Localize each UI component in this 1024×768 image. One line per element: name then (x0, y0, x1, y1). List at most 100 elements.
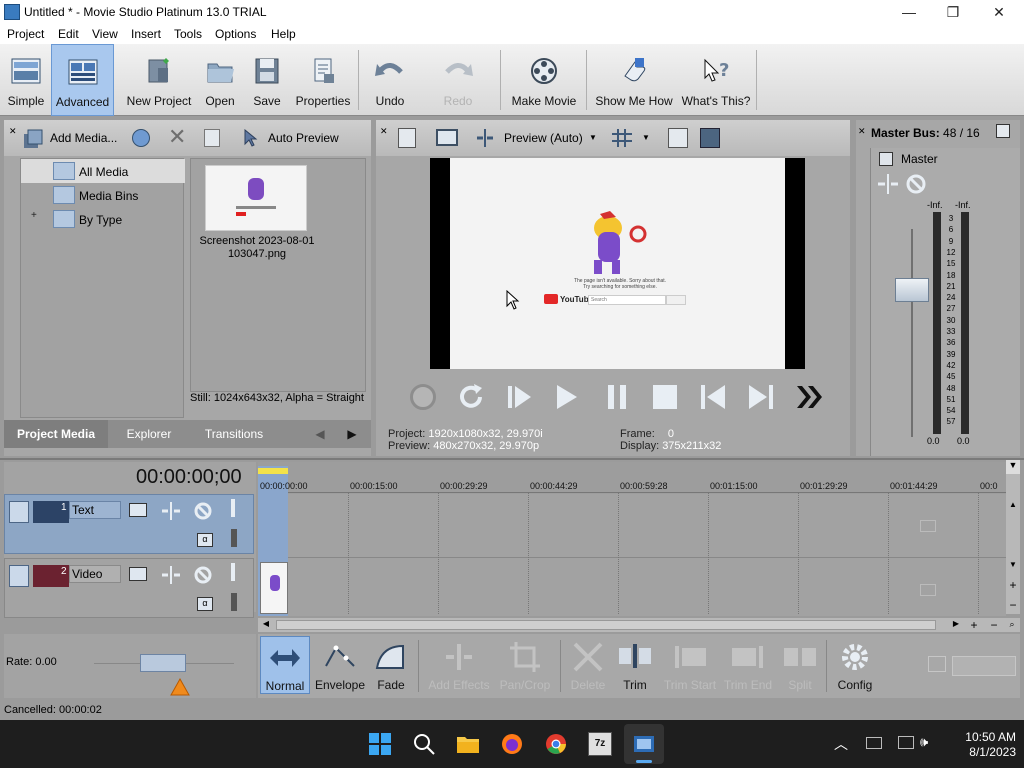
add-effects-button[interactable]: Add Effects (424, 636, 494, 694)
globe-icon[interactable] (132, 129, 150, 147)
composite-mode-icon[interactable] (129, 567, 147, 581)
split-button[interactable]: Split (776, 636, 824, 694)
normal-tool-button[interactable]: Normal (260, 636, 310, 694)
tree-item-all-media[interactable]: All Media (21, 159, 185, 183)
menu-insert[interactable]: Insert (131, 27, 161, 41)
seven-zip-icon[interactable]: 7z (588, 732, 612, 756)
make-movie-button[interactable]: Make Movie (508, 44, 580, 116)
tab-explorer[interactable]: Explorer (110, 420, 188, 448)
envelope-tool-button[interactable]: Envelope (312, 636, 368, 694)
loop-region-marker[interactable] (258, 468, 288, 474)
panel-close-icon[interactable]: ✕ (858, 126, 866, 137)
timeline-horizontal-scrollbar[interactable]: ◀ ▶ + − ⌕ (258, 618, 1020, 632)
menu-edit[interactable]: Edit (58, 27, 79, 41)
menu-options[interactable]: Options (215, 27, 256, 41)
taskbar-clock[interactable]: 10:50 AM 8/1/2023 (940, 730, 1016, 760)
tree-item-media-bins[interactable]: Media Bins (21, 183, 185, 207)
play-from-start-icon[interactable] (504, 382, 534, 412)
more-controls-icon[interactable] (794, 382, 824, 412)
menu-project[interactable]: Project (7, 27, 44, 41)
advanced-button[interactable]: Advanced (51, 44, 114, 116)
track-header-video[interactable]: 2 Video α (4, 558, 254, 618)
rate-slider-handle[interactable] (140, 654, 186, 672)
close-button[interactable]: ✕ (976, 0, 1022, 24)
track-fx-icon[interactable] (161, 565, 181, 585)
chevron-down-icon[interactable]: ▼ (589, 133, 597, 142)
chrome-icon[interactable] (544, 732, 568, 756)
panel-close-icon[interactable]: ✕ (9, 126, 17, 137)
zoom-slider[interactable] (952, 656, 1016, 676)
tree-item-by-type[interactable]: + By Type (21, 207, 185, 231)
track-alpha-icon[interactable]: α (197, 533, 213, 547)
scroll-up-arrow[interactable]: ▲ (1006, 500, 1020, 512)
fade-tool-button[interactable]: Fade (368, 636, 414, 694)
track-alpha-icon[interactable]: α (197, 597, 213, 611)
track-header-text[interactable]: 1 Text α (4, 494, 254, 554)
trim-end-button[interactable]: Trim End (720, 636, 776, 694)
open-button[interactable]: Open (198, 44, 242, 116)
go-to-end-icon[interactable] (746, 382, 776, 412)
chevron-up-icon[interactable]: ︿ (834, 734, 848, 754)
scroll-down-arrow[interactable]: ▼ (1006, 560, 1020, 572)
zoom-in-horizontal[interactable]: + (968, 618, 980, 632)
trim-start-button[interactable]: Trim Start (660, 636, 720, 694)
master-volume-fader[interactable] (895, 278, 929, 302)
tab-transitions[interactable]: Transitions (190, 420, 278, 448)
track-name-field[interactable]: Text (69, 501, 121, 519)
mixer-properties-icon[interactable] (996, 124, 1010, 138)
loop-icon[interactable] (456, 382, 486, 412)
track-mute-icon[interactable] (193, 501, 213, 521)
video-properties-icon[interactable] (398, 128, 416, 148)
zoom-tool-icon[interactable]: ⌕ (1006, 619, 1018, 631)
zoom-out-vertical[interactable]: − (1006, 598, 1020, 612)
zoom-out-horizontal[interactable]: − (988, 618, 1000, 632)
horizontal-scroll-thumb[interactable] (276, 620, 936, 630)
chevron-down-icon[interactable]: ▼ (642, 133, 650, 142)
track-motion-icon[interactable] (231, 529, 237, 547)
menu-view[interactable]: View (92, 27, 118, 41)
redo-button[interactable]: Redo (434, 44, 482, 116)
media-thumbnail[interactable] (205, 165, 307, 231)
panel-close-icon[interactable]: ✕ (380, 126, 388, 137)
menu-help[interactable]: Help (271, 27, 296, 41)
network-icon[interactable] (866, 737, 882, 749)
movie-studio-taskbar-button[interactable] (624, 724, 664, 764)
media-properties-icon[interactable] (204, 129, 220, 147)
scroll-right-arrow[interactable]: ▶ (950, 619, 962, 631)
pause-icon[interactable] (602, 382, 632, 412)
cursor-arrow-icon[interactable] (244, 128, 258, 147)
zoom-in-vertical[interactable]: + (1006, 578, 1020, 592)
track-minimize-icon[interactable] (9, 501, 29, 523)
add-media-button[interactable]: Add Media... (50, 131, 117, 145)
undo-button[interactable]: Undo (366, 44, 414, 116)
auto-preview-button[interactable]: Auto Preview (268, 131, 339, 145)
volume-icon[interactable]: 🕪 (920, 734, 928, 750)
grid-icon[interactable] (612, 129, 632, 147)
save-snapshot-icon[interactable] (700, 128, 720, 148)
tab-scroll-right[interactable]: ▶ (342, 420, 362, 448)
search-icon[interactable] (412, 732, 436, 756)
firefox-icon[interactable] (500, 732, 524, 756)
minimize-button[interactable]: — (886, 0, 932, 24)
track-motion-icon[interactable] (231, 593, 237, 611)
track-minimize-icon[interactable] (9, 565, 29, 587)
trim-button[interactable]: Trim (612, 636, 658, 694)
properties-button[interactable]: Properties (292, 44, 354, 116)
mute-icon[interactable] (905, 173, 927, 195)
track-mute-icon[interactable] (193, 565, 213, 585)
marker-icon[interactable]: ▼ (1006, 460, 1020, 474)
pan-crop-button[interactable]: Pan/Crop (496, 636, 554, 694)
file-explorer-icon[interactable] (456, 732, 480, 756)
go-to-start-icon[interactable] (698, 382, 728, 412)
track-name-field[interactable]: Video (69, 565, 121, 583)
simple-button[interactable]: Simple (2, 44, 50, 116)
save-button[interactable]: Save (246, 44, 288, 116)
delete-button[interactable]: Delete (564, 636, 612, 694)
preview-quality-dropdown[interactable]: Preview (Auto) (504, 131, 583, 145)
split-screen-icon[interactable] (476, 129, 494, 147)
menu-tools[interactable]: Tools (174, 27, 202, 41)
track-fx-icon[interactable] (161, 501, 181, 521)
stop-icon[interactable] (650, 382, 680, 412)
remove-media-icon[interactable]: ✕ (168, 126, 186, 148)
add-media-icon[interactable] (22, 128, 44, 150)
